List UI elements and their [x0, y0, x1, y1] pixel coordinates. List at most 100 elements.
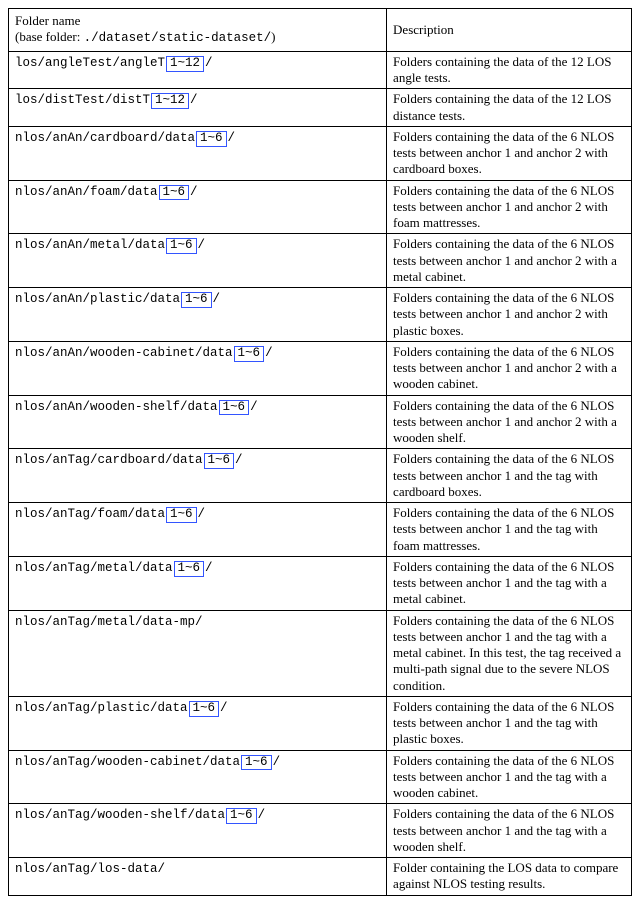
folder-name-cell: los/distTest/distT1~12/	[9, 89, 387, 127]
folder-path-post: /	[205, 56, 213, 70]
folder-name-cell: nlos/anTag/los-data/	[9, 858, 387, 896]
table-row: nlos/anTag/wooden-shelf/data1~6/Folders …	[9, 804, 632, 858]
folder-path: nlos/anTag/cardboard/data1~6/	[15, 453, 243, 467]
table-row: nlos/anAn/wooden-cabinet/data1~6/Folders…	[9, 341, 632, 395]
table-row: nlos/anAn/wooden-shelf/data1~6/Folders c…	[9, 395, 632, 449]
range-box: 1~6	[166, 507, 197, 523]
table-row: los/angleTest/angleT1~12/Folders contain…	[9, 51, 632, 89]
table-row: nlos/anTag/metal/data-mp/Folders contain…	[9, 610, 632, 696]
folder-path-pre: nlos/anTag/wooden-cabinet/data	[15, 755, 240, 769]
folder-path-post: /	[250, 400, 258, 414]
folder-name-cell: nlos/anTag/wooden-cabinet/data1~6/	[9, 750, 387, 804]
folder-path-post: /	[190, 93, 198, 107]
table-row: nlos/anTag/los-data/Folder containing th…	[9, 858, 632, 896]
folder-path-post: /	[228, 131, 236, 145]
description-cell: Folders containing the data of the 6 NLO…	[387, 395, 632, 449]
folder-name-cell: nlos/anTag/metal/data1~6/	[9, 556, 387, 610]
header-description: Description	[387, 9, 632, 52]
range-box: 1~12	[166, 56, 204, 72]
table-row: nlos/anAn/cardboard/data1~6/ Folders cont…	[9, 126, 632, 180]
folder-name-cell: nlos/anAn/wooden-shelf/data1~6/	[9, 395, 387, 449]
folder-name-cell: nlos/anAn/wooden-cabinet/data1~6/	[9, 341, 387, 395]
table-row: nlos/anTag/metal/data1~6/Folders contain…	[9, 556, 632, 610]
range-box: 1~6	[234, 346, 265, 362]
folder-path-pre: nlos/anTag/metal/data	[15, 561, 173, 575]
table-header-row: Folder name (base folder: ./dataset/stat…	[9, 9, 632, 52]
description-cell: Folders containing the data of the 6 NLO…	[387, 696, 632, 750]
range-box: 1~6	[241, 755, 272, 771]
description-cell: Folders containing the data of the 6 NLO…	[387, 503, 632, 557]
folder-name-cell: nlos/anTag/wooden-shelf/data1~6/	[9, 804, 387, 858]
description-cell: Folders containing the data of the 12 LO…	[387, 89, 632, 127]
folder-name-cell: nlos/anTag/foam/data1~6/	[9, 503, 387, 557]
folder-path-pre: nlos/anAn/metal/data	[15, 238, 165, 252]
folder-name-cell: nlos/anAn/plastic/data1~6/	[9, 288, 387, 342]
folder-path-pre: nlos/anTag/foam/data	[15, 507, 165, 521]
folder-path-pre: nlos/anAn/foam/data	[15, 185, 158, 199]
folder-name-cell: los/angleTest/angleT1~12/	[9, 51, 387, 89]
folder-name-cell: nlos/anTag/plastic/data1~6/	[9, 696, 387, 750]
folder-path: nlos/anTag/wooden-cabinet/data1~6/	[15, 755, 280, 769]
folder-path-post: /	[220, 701, 228, 715]
description-cell: Folders containing the data of the 12 LO…	[387, 51, 632, 89]
folder-path-pre: nlos/anTag/wooden-shelf/data	[15, 808, 225, 822]
table-row: los/distTest/distT1~12/Folders containin…	[9, 89, 632, 127]
folder-path-pre: nlos/anAn/wooden-shelf/data	[15, 400, 218, 414]
folder-path: nlos/anTag/wooden-shelf/data1~6/	[15, 808, 265, 822]
folder-path: nlos/anAn/wooden-shelf/data1~6/	[15, 400, 258, 414]
folder-path-pre: nlos/anAn/cardboard/data	[15, 131, 195, 145]
folder-path: nlos/anTag/foam/data1~6/	[15, 507, 205, 521]
folder-path-post: /	[190, 185, 198, 199]
description-cell: Folders containing the data of the 6 NLO…	[387, 556, 632, 610]
description-cell: Folders containing the data of the 6 NLO…	[387, 341, 632, 395]
folder-path: nlos/anTag/plastic/data1~6/	[15, 701, 228, 715]
table-row: nlos/anTag/wooden-cabinet/data1~6/Folder…	[9, 750, 632, 804]
table-row: nlos/anAn/metal/data1~6/Folders containi…	[9, 234, 632, 288]
folder-path: nlos/anAn/wooden-cabinet/data1~6/	[15, 346, 273, 360]
description-cell: Folder containing the LOS data to compar…	[387, 858, 632, 896]
range-box: 1~6	[166, 238, 197, 254]
range-box: 1~6	[226, 808, 257, 824]
description-cell: Folders containing the data of the 6 NLO…	[387, 610, 632, 696]
folder-path-pre: nlos/anTag/los-data/	[15, 862, 165, 876]
range-box: 1~6	[181, 292, 212, 308]
folder-path: los/angleTest/angleT1~12/	[15, 56, 213, 70]
description-cell: Folders containing the data of the 6 NLO…	[387, 804, 632, 858]
range-box: 1~6	[204, 453, 235, 469]
description-cell: Folders containing the data of the 6 NLO…	[387, 234, 632, 288]
folder-path-pre: nlos/anTag/metal/data-mp/	[15, 615, 203, 629]
folder-name-cell: nlos/anAn/metal/data1~6/	[9, 234, 387, 288]
header-col1-line2-post: )	[271, 29, 275, 44]
folder-path: nlos/anAn/plastic/data1~6/	[15, 292, 220, 306]
range-box: 1~6	[219, 400, 250, 416]
dataset-folders-table: Folder name (base folder: ./dataset/stat…	[8, 8, 632, 896]
table-row: nlos/anAn/plastic/data1~6/Folders contai…	[9, 288, 632, 342]
folder-path-pre: nlos/anTag/plastic/data	[15, 701, 188, 715]
header-col1-line2-pre: (base folder:	[15, 29, 84, 44]
table-row: nlos/anTag/foam/data1~6/Folders containi…	[9, 503, 632, 557]
table-row: nlos/anTag/plastic/data1~6/Folders conta…	[9, 696, 632, 750]
range-box: 1~6	[196, 131, 227, 147]
description-cell: Folders containing the data of the 6 NLO…	[387, 449, 632, 503]
folder-path-pre: nlos/anAn/wooden-cabinet/data	[15, 346, 233, 360]
folder-path-pre: nlos/anTag/cardboard/data	[15, 453, 203, 467]
folder-path-pre: los/distTest/distT	[15, 93, 150, 107]
folder-path-post: /	[213, 292, 221, 306]
range-box: 1~6	[159, 185, 190, 201]
folder-path-post: /	[258, 808, 266, 822]
range-box: 1~6	[189, 701, 220, 717]
folder-name-cell: nlos/anTag/metal/data-mp/	[9, 610, 387, 696]
folder-path: los/distTest/distT1~12/	[15, 93, 198, 107]
header-base-folder-path: ./dataset/static-dataset/	[84, 31, 272, 45]
folder-path-pre: nlos/anAn/plastic/data	[15, 292, 180, 306]
header-folder-name: Folder name (base folder: ./dataset/stat…	[9, 9, 387, 52]
folder-path: nlos/anTag/los-data/	[15, 862, 165, 876]
folder-path: nlos/anTag/metal/data1~6/	[15, 561, 213, 575]
folder-path: nlos/anTag/metal/data-mp/	[15, 615, 203, 629]
description-cell: Folders containing the data of the 6 NLO…	[387, 126, 632, 180]
folder-name-cell: nlos/anAn/foam/data1~6/	[9, 180, 387, 234]
header-col1-line1: Folder name	[15, 13, 80, 28]
description-cell: Folders containing the data of the 6 NLO…	[387, 180, 632, 234]
folder-path: nlos/anAn/metal/data1~6/	[15, 238, 205, 252]
folder-path-post: /	[273, 755, 281, 769]
